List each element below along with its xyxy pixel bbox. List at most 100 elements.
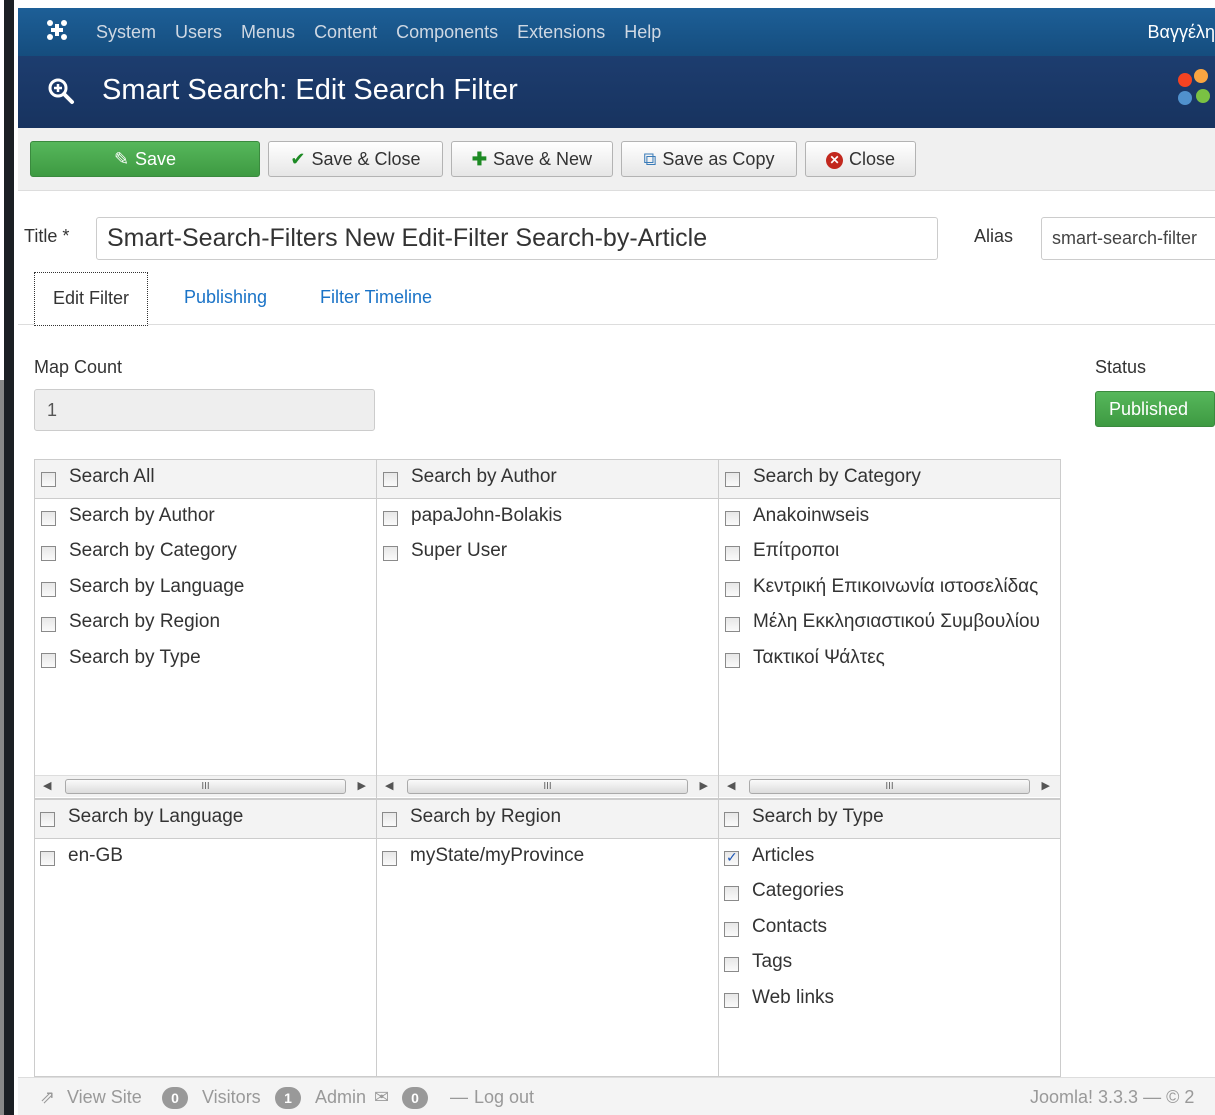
filter-box-header: Search by Author — [377, 460, 718, 499]
filter-header-label: Search by Language — [68, 806, 244, 827]
filter-header-label: Search by Category — [753, 466, 921, 487]
close-button[interactable]: ✕ Close — [805, 141, 916, 177]
menu-content[interactable]: Content — [314, 22, 377, 42]
horizontal-scrollbar[interactable]: ◀ III ▶ — [719, 775, 1060, 797]
status-label: Status — [1095, 357, 1147, 377]
tab-filter-timeline[interactable]: Filter Timeline — [302, 272, 450, 325]
checkbox[interactable] — [724, 957, 739, 972]
checkbox[interactable] — [41, 511, 56, 526]
check-icon: ✔ — [290, 149, 306, 169]
copy-icon: ⧉ — [643, 149, 657, 169]
checkbox[interactable] — [41, 546, 56, 561]
logout-link[interactable]: Log out — [474, 1087, 534, 1108]
filter-item: Search by Category — [69, 540, 237, 561]
scroll-left-icon[interactable]: ◀ — [385, 779, 393, 792]
checkbox[interactable] — [725, 617, 740, 632]
checkbox-search-by-language[interactable] — [40, 812, 55, 827]
page: System Users Menus Content Components Ex… — [0, 0, 1215, 1115]
filter-item: Tags — [752, 951, 793, 972]
window-edge — [0, 0, 18, 1115]
checkbox[interactable] — [724, 993, 739, 1008]
admin-main: System Users Menus Content Components Ex… — [18, 0, 1215, 1115]
checkbox[interactable] — [383, 546, 398, 561]
checkbox[interactable] — [724, 886, 739, 901]
messages-badge[interactable]: 0 — [402, 1087, 428, 1109]
admin-badge: 1 — [275, 1087, 301, 1109]
toolbar: ✎ Save ✔ Save & Close ✚ Save & New ⧉ Save as… — [18, 128, 1215, 191]
tab-edit-filter[interactable]: Edit Filter — [34, 272, 149, 326]
filter-box-header: Search by Language — [35, 800, 376, 839]
checkbox-search-by-region[interactable] — [382, 812, 397, 827]
menu-system[interactable]: System — [96, 22, 156, 42]
checkbox-articles[interactable] — [724, 849, 739, 866]
menu-help[interactable]: Help — [624, 22, 661, 42]
filter-box-header: Search All — [35, 460, 376, 499]
save-copy-button[interactable]: ⧉ Save as Copy — [621, 141, 797, 177]
filter-header-label: Search by Region — [410, 806, 562, 827]
alias-label: Alias — [974, 226, 1014, 246]
checkbox[interactable] — [41, 653, 56, 668]
visitors-label: Visitors — [202, 1087, 261, 1107]
menu-menus[interactable]: Menus — [241, 22, 295, 42]
checkbox[interactable] — [724, 922, 739, 937]
save-close-button[interactable]: ✔ Save & Close — [268, 141, 443, 177]
filter-item: Contacts — [752, 916, 827, 937]
tab-publishing[interactable]: Publishing — [166, 272, 285, 325]
filter-header-label: Search by Author — [411, 466, 557, 487]
external-link-icon: ⇗ — [40, 1087, 56, 1107]
title-input[interactable]: Smart-Search-Filters New Edit-Filter Sea… — [96, 217, 938, 260]
save-button[interactable]: ✎ Save — [30, 141, 260, 177]
filter-item: Μέλη Εκκλησιαστικού Συμβουλίου — [753, 611, 1040, 632]
status-published-button[interactable]: Published — [1095, 391, 1215, 427]
checkbox[interactable] — [725, 653, 740, 668]
filter-box-language: Search by Language en-GB — [34, 799, 377, 1077]
checkbox-search-by-category[interactable] — [725, 472, 740, 487]
title-label: Title * — [24, 226, 70, 246]
scroll-thumb[interactable]: III — [65, 779, 346, 794]
checkbox[interactable] — [725, 511, 740, 526]
scroll-left-icon[interactable]: ◀ — [727, 779, 735, 792]
main-menu: System Users Menus Content Components Ex… — [96, 22, 680, 42]
filter-item: Search by Type — [69, 647, 201, 668]
checkbox[interactable] — [383, 511, 398, 526]
checkbox[interactable] — [40, 851, 55, 866]
filter-header-label: Search All — [69, 466, 155, 487]
alias-input[interactable]: smart-search-filter — [1041, 217, 1215, 260]
view-site-link[interactable]: View Site — [67, 1087, 142, 1108]
scroll-right-icon[interactable]: ▶ — [1042, 779, 1050, 792]
checkbox[interactable] — [725, 582, 740, 597]
joomla-x-icon[interactable] — [46, 19, 68, 41]
save-new-button[interactable]: ✚ Save & New — [451, 141, 613, 177]
checkbox-search-all[interactable] — [41, 472, 56, 487]
scroll-thumb[interactable]: III — [749, 779, 1030, 794]
scroll-left-icon[interactable]: ◀ — [43, 779, 51, 792]
menu-extensions[interactable]: Extensions — [517, 22, 605, 42]
filter-header-label: Search by Type — [752, 806, 884, 827]
filter-item: Τακτικοί Ψάλτες — [753, 647, 885, 668]
checkbox-search-by-author[interactable] — [383, 472, 398, 487]
joomla-logo-icon — [1175, 66, 1215, 116]
horizontal-scrollbar[interactable]: ◀ III ▶ — [377, 775, 718, 797]
checkbox-search-by-type[interactable] — [724, 812, 739, 827]
checkbox[interactable] — [41, 582, 56, 597]
filter-item: Επίτροποι — [753, 540, 840, 561]
filter-item: Super User — [411, 540, 508, 561]
scroll-thumb[interactable]: III — [407, 779, 688, 794]
page-title: Smart Search: Edit Search Filter — [102, 74, 518, 106]
checkbox[interactable] — [725, 546, 740, 561]
close-icon: ✕ — [825, 152, 843, 169]
filter-box-category: Search by Category Anakoinwseis Επίτροπο… — [718, 459, 1061, 799]
filter-item: Search by Region — [69, 611, 221, 632]
menu-components[interactable]: Components — [396, 22, 498, 42]
checkbox[interactable] — [41, 617, 56, 632]
scroll-right-icon[interactable]: ▶ — [358, 779, 366, 792]
scroll-right-icon[interactable]: ▶ — [700, 779, 708, 792]
filter-box-author: Search by Author papaJohn-Bolakis Super … — [376, 459, 719, 799]
user-menu[interactable]: Βαγγέλη — [1148, 22, 1215, 43]
checkbox[interactable] — [382, 851, 397, 866]
filter-item: Search by Author — [69, 505, 215, 526]
horizontal-scrollbar[interactable]: ◀ III ▶ — [35, 775, 376, 797]
menu-users[interactable]: Users — [175, 22, 222, 42]
zoom-icon — [46, 76, 76, 106]
filter-item: Articles — [752, 845, 815, 866]
